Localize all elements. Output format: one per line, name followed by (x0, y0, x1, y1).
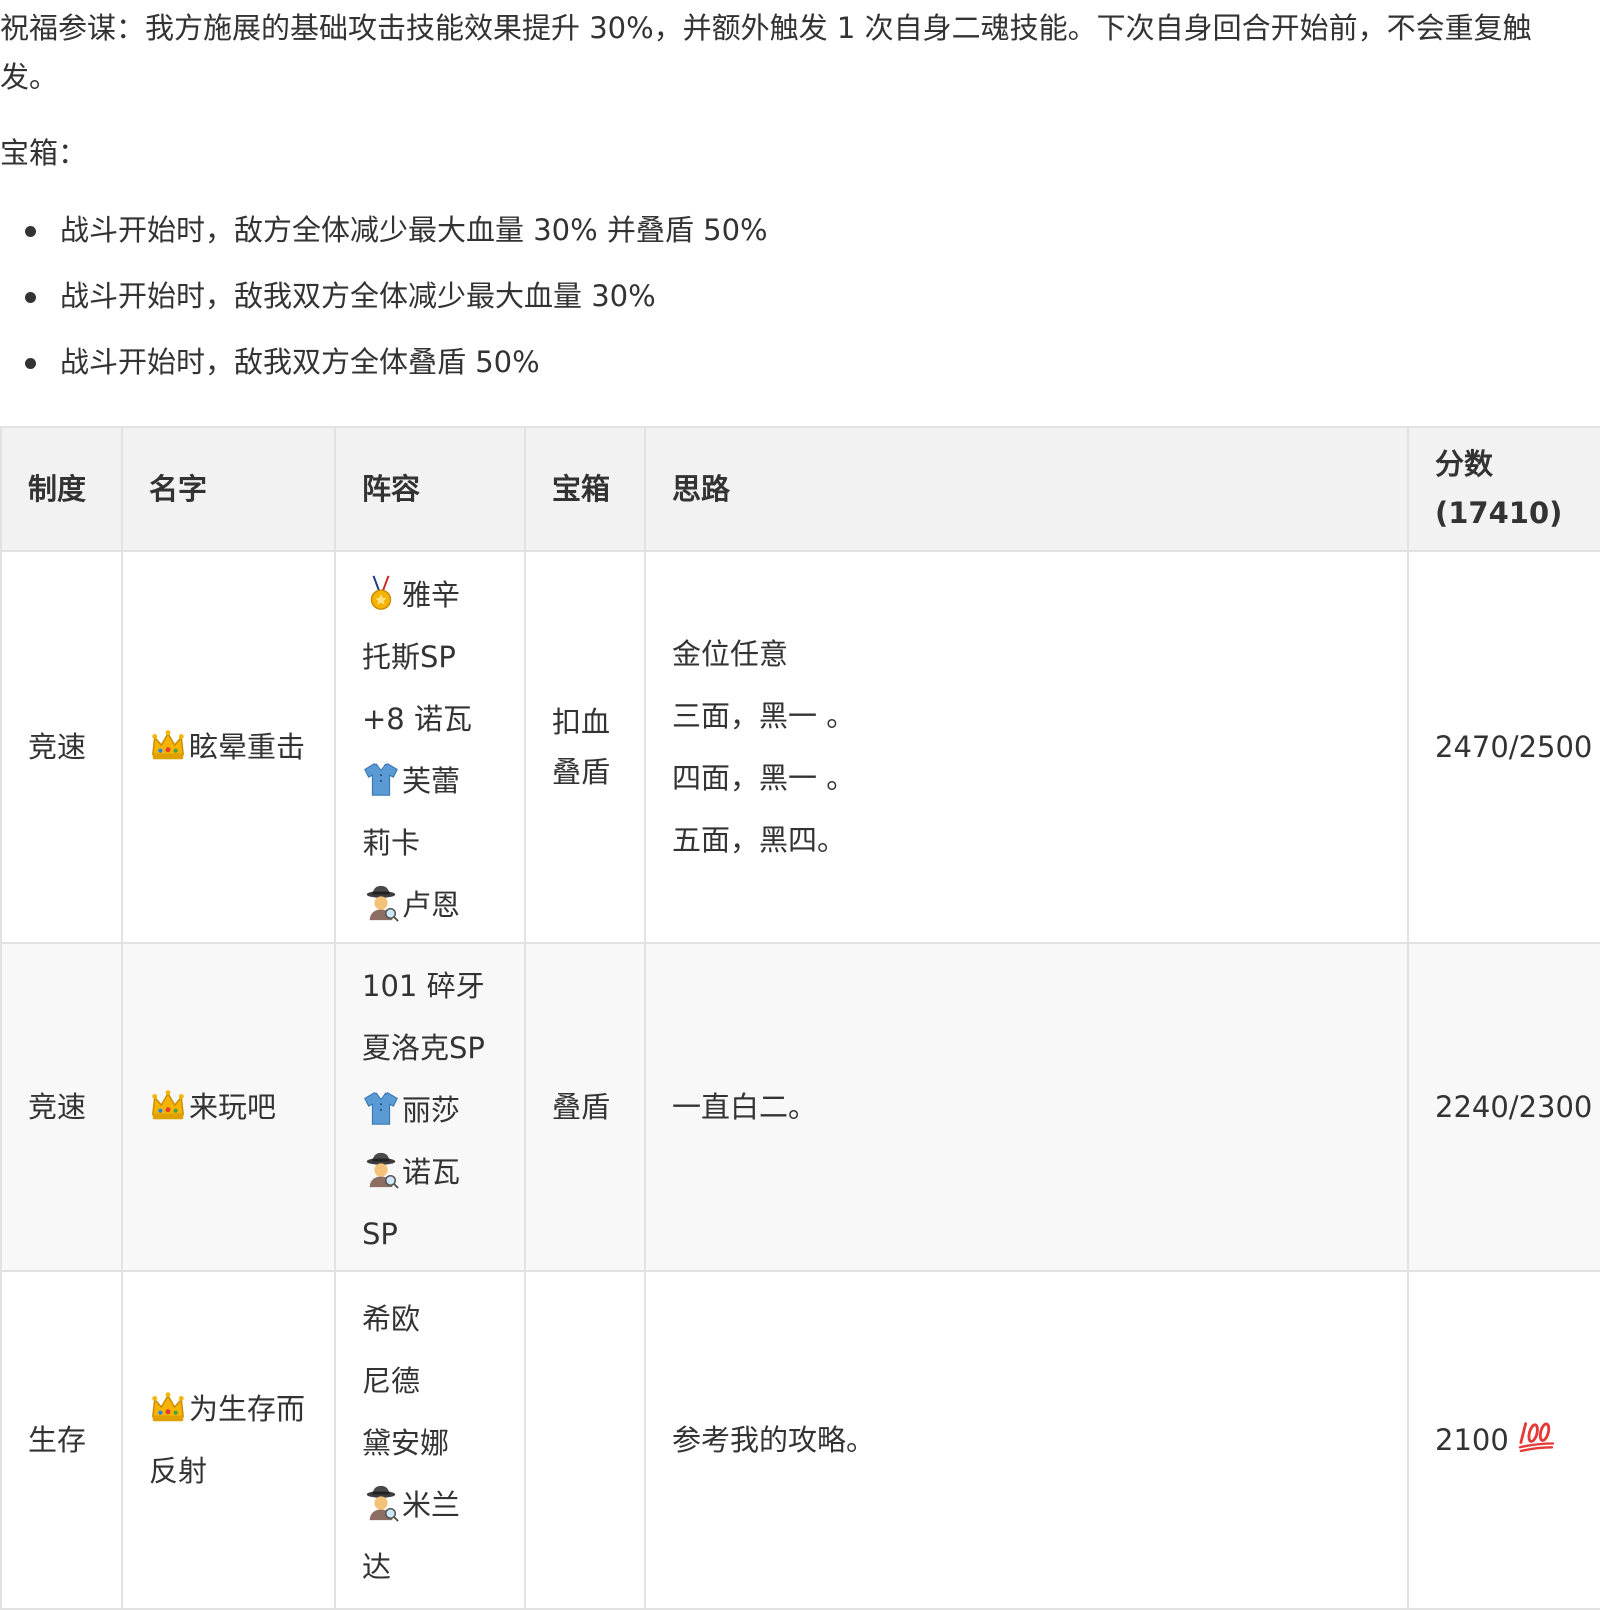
shirt-icon (362, 1093, 402, 1127)
lineup-text: 尼德 (362, 1364, 421, 1398)
cell-chest: 叠盾 (524, 942, 646, 1272)
header-plan: 思路 (644, 426, 1409, 552)
chest-list: 战斗开始时，敌方全体减少最大血量 30% 并叠盾 50% 战斗开始时，敌我双方全… (0, 208, 768, 406)
cell-plan: 一直白二。 (644, 942, 1409, 1272)
lineup-line: 夏洛克SP (362, 1017, 498, 1079)
detective-icon (362, 1155, 402, 1189)
lineup-text: 诺瓦 (402, 1155, 461, 1189)
header-score-total: (17410) (1435, 496, 1563, 530)
header-score-label: 分数 (1435, 447, 1494, 481)
lineup-text: 101 碎牙 (362, 969, 485, 1003)
plan-line: 一直白二。 (672, 1090, 818, 1124)
crown-icon (149, 1392, 189, 1426)
lineup-line: 诺瓦 (362, 1141, 498, 1203)
lineup-line: 莉卡 (362, 812, 498, 874)
cell-system: 竞速 (0, 942, 123, 1272)
table-header-row: 制度 名字 阵容 宝箱 思路 分数 (17410) (0, 426, 1600, 552)
lineup-text: 米兰 (402, 1488, 461, 1522)
header-lineup: 阵容 (334, 426, 526, 552)
lineup-line: +8 诺瓦 (362, 688, 498, 750)
lineup-line: SP (362, 1203, 498, 1265)
cell-name: 来玩吧 (121, 942, 336, 1272)
plan-line: 五面，黑四。 (672, 823, 847, 857)
lineup-text: 托斯SP (362, 640, 456, 674)
strategy-table: 制度 名字 阵容 宝箱 思路 分数 (17410) 竞速 眩晕重击 雅辛托斯SP +8 … (0, 426, 1600, 1610)
cell-chest (524, 1270, 646, 1610)
cell-score: 2470/2500 (1407, 550, 1600, 944)
bullet-icon (25, 292, 36, 303)
chest-item-text: 战斗开始时，敌我双方全体叠盾 50% (60, 345, 540, 379)
cell-plan: 参考我的攻略。 (644, 1270, 1409, 1610)
detective-icon (362, 1488, 402, 1522)
lineup-text: 丽莎 (402, 1093, 461, 1127)
lineup-line: 卢恩 (362, 874, 498, 936)
lineup-line: 黛安娜 (362, 1412, 498, 1474)
list-item: 战斗开始时，敌方全体减少最大血量 30% 并叠盾 50% (0, 208, 768, 274)
plan-line: 三面，黑一 。 (672, 699, 856, 733)
lineup-line: 希欧 (362, 1288, 498, 1350)
header-chest: 宝箱 (524, 426, 646, 552)
lineup-text: SP (362, 1217, 398, 1251)
lineup-text: 希欧 (362, 1302, 421, 1336)
lineup-line: 丽莎 (362, 1079, 498, 1141)
plan-line: 四面，黑一 。 (672, 761, 856, 795)
cell-name: 眩晕重击 (121, 550, 336, 944)
table-row: 竞速 眩晕重击 雅辛托斯SP +8 诺瓦芙蕾莉卡卢恩 扣血叠盾 金位任意三面，黑一 。四面… (0, 550, 1600, 944)
cell-name: 为生存而反射 (121, 1270, 336, 1610)
cell-lineup: 雅辛托斯SP +8 诺瓦芙蕾莉卡卢恩 (334, 550, 526, 944)
lineup-line: 101 碎牙 (362, 955, 498, 1017)
header-score: 分数 (17410) (1407, 426, 1600, 552)
lineup-text: 黛安娜 (362, 1426, 450, 1460)
lineup-line: 米兰 (362, 1474, 498, 1536)
cell-system: 生存 (0, 1270, 123, 1610)
cell-score: 2240/2300 (1407, 942, 1600, 1272)
list-item: 战斗开始时，敌我双方全体减少最大血量 30% (0, 274, 768, 340)
blessing-description: 祝福参谋：我方施展的基础攻击技能效果提升 30%，并额外触发 1 次自身二魂技能… (0, 11, 1532, 94)
bullet-icon (25, 226, 36, 237)
crown-icon (149, 1090, 189, 1124)
table-row: 竞速 来玩吧 101 碎牙 夏洛克SP 丽莎诺瓦 SP 叠盾 一直白二。 2240/2300 (0, 942, 1600, 1272)
bullet-icon (25, 358, 36, 369)
lineup-line: 托斯SP (362, 626, 498, 688)
chest-heading: 宝箱： (0, 136, 88, 170)
chest-item-text: 战斗开始时，敌方全体减少最大血量 30% 并叠盾 50% (60, 213, 768, 247)
lineup-text: 达 (362, 1550, 392, 1584)
header-name: 名字 (121, 426, 336, 552)
plan-line: 金位任意 (672, 637, 789, 671)
cell-lineup: 101 碎牙 夏洛克SP 丽莎诺瓦 SP (334, 942, 526, 1272)
lineup-line: 达 (362, 1536, 498, 1598)
cell-chest: 扣血叠盾 (524, 550, 646, 944)
detective-icon (362, 888, 402, 922)
hundred-points-icon (1509, 1423, 1555, 1457)
score-text: 2470/2500 (1435, 730, 1593, 764)
lineup-text: 芙蕾 (402, 764, 461, 798)
table-row: 生存 为生存而反射 希欧尼德黛安娜米兰达 参考我的攻略。 2100 (0, 1270, 1600, 1610)
lineup-line: 雅辛 (362, 564, 498, 626)
name-text: 来玩吧 (189, 1090, 277, 1124)
lineup-text: 夏洛克SP (362, 1031, 485, 1065)
plan-line: 参考我的攻略。 (672, 1423, 876, 1457)
lineup-text: +8 诺瓦 (362, 702, 472, 736)
cell-system: 竞速 (0, 550, 123, 944)
list-item: 战斗开始时，敌我双方全体叠盾 50% (0, 340, 768, 406)
cell-lineup: 希欧尼德黛安娜米兰达 (334, 1270, 526, 1610)
name-text: 眩晕重击 (189, 730, 306, 764)
lineup-text: 莉卡 (362, 826, 421, 860)
shirt-icon (362, 764, 402, 798)
cell-score: 2100 (1407, 1270, 1600, 1610)
lineup-line: 尼德 (362, 1350, 498, 1412)
cell-plan: 金位任意三面，黑一 。四面，黑一 。五面，黑四。 (644, 550, 1409, 944)
lineup-text: 卢恩 (402, 888, 461, 922)
lineup-text: 雅辛 (402, 578, 461, 612)
score-text: 2100 (1435, 1423, 1509, 1457)
chest-item-text: 战斗开始时，敌我双方全体减少最大血量 30% (60, 279, 656, 313)
lineup-line: 芙蕾 (362, 750, 498, 812)
medal-icon (362, 578, 402, 612)
table-body: 竞速 眩晕重击 雅辛托斯SP +8 诺瓦芙蕾莉卡卢恩 扣血叠盾 金位任意三面，黑一 。四面… (0, 550, 1600, 1610)
header-system: 制度 (0, 426, 123, 552)
score-text: 2240/2300 (1435, 1090, 1593, 1124)
crown-icon (149, 730, 189, 764)
